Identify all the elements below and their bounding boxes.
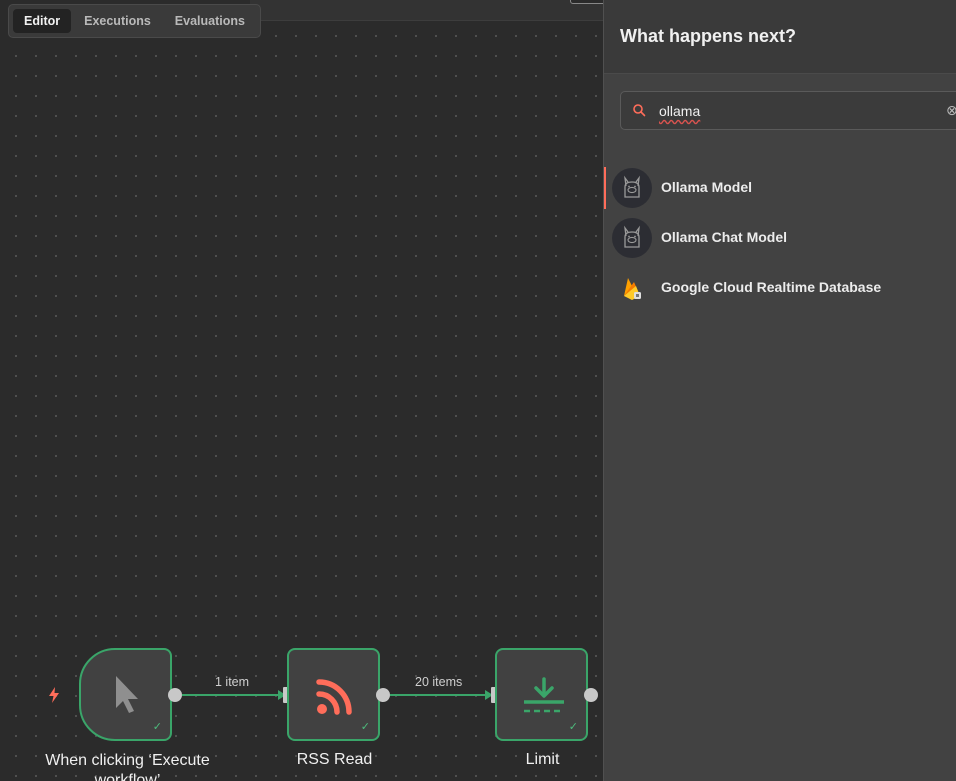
success-check-icon: ✓ bbox=[152, 721, 162, 733]
cursor-icon bbox=[116, 676, 138, 713]
search-value[interactable]: ollama bbox=[659, 103, 700, 119]
rss-icon bbox=[316, 679, 352, 715]
result-google-cloud-realtime-database[interactable]: Google Cloud Realtime Database bbox=[604, 263, 956, 313]
ollama-icon bbox=[612, 218, 652, 258]
trigger-bolt-icon bbox=[49, 687, 59, 703]
limit-icon bbox=[524, 677, 564, 713]
success-check-icon: ✓ bbox=[360, 721, 370, 733]
node-limit[interactable]: ✓ bbox=[495, 648, 588, 741]
node-label-rss: RSS Read bbox=[296, 751, 373, 768]
workflow-canvas[interactable]: Editor Executions Evaluations 1 item 20 … bbox=[0, 0, 603, 781]
success-check-icon: ✓ bbox=[568, 721, 578, 733]
edge-label-trigger-rss: 1 item bbox=[215, 675, 250, 689]
output-handle[interactable] bbox=[168, 688, 182, 702]
result-ollama-model[interactable]: Ollama Model bbox=[604, 163, 956, 213]
clear-search-icon[interactable]: ⊗ bbox=[946, 102, 956, 119]
result-label: Ollama Chat Model bbox=[661, 229, 788, 245]
firebase-icon bbox=[612, 268, 652, 308]
ollama-icon bbox=[612, 168, 652, 208]
output-handle[interactable] bbox=[584, 688, 598, 702]
node-label-limit: Limit bbox=[525, 751, 560, 768]
node-manual-trigger[interactable]: ✓ bbox=[79, 648, 172, 741]
search-icon bbox=[633, 104, 646, 117]
node-rss-read[interactable]: ✓ bbox=[287, 648, 380, 741]
node-creator-panel: What happens next? ollama ⊗ Ollama Model bbox=[603, 0, 956, 781]
node-label-trigger: When clicking ‘Execute workflow’ bbox=[45, 752, 210, 781]
edge-label-rss-limit: 20 items bbox=[415, 675, 463, 689]
search-input[interactable]: ollama ⊗ bbox=[620, 91, 956, 130]
output-handle[interactable] bbox=[376, 688, 390, 702]
result-label: Google Cloud Realtime Database bbox=[661, 279, 882, 295]
result-label: Ollama Model bbox=[661, 179, 753, 195]
result-ollama-chat-model[interactable]: Ollama Chat Model bbox=[604, 213, 956, 263]
panel-title: What happens next? bbox=[604, 0, 956, 74]
